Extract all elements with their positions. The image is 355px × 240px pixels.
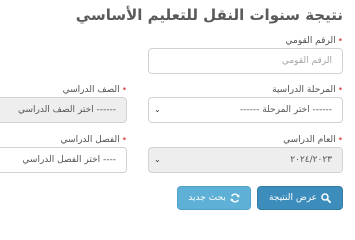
semester-select-value: ---- اختر الفصل الدراسي xyxy=(22,155,116,165)
required-marker: • xyxy=(121,135,127,145)
show-result-button[interactable]: عرض النتيجة xyxy=(257,186,343,210)
grade-select[interactable]: ------ اختر الصف الدراسي xyxy=(0,97,127,123)
stage-select-value: ------ اختر المرحلة ------ xyxy=(239,105,332,115)
national-id-label: •الرقم القومي xyxy=(285,36,343,46)
national-id-input[interactable]: الرقم القومي xyxy=(148,48,343,74)
search-icon xyxy=(321,193,332,203)
stage-select[interactable]: ------ اختر المرحلة ------ ⌄ xyxy=(148,97,343,123)
refresh-icon xyxy=(230,193,240,203)
national-id-placeholder: الرقم القومي xyxy=(281,56,332,66)
required-marker: • xyxy=(337,85,343,95)
grade-label: •الصف الدراسي xyxy=(62,85,127,95)
new-search-label: بحث جديد xyxy=(188,193,226,203)
chevron-down-icon: ⌄ xyxy=(154,155,161,164)
year-select[interactable]: ٢٠٢٤/٢٠٢٣ ⌄ xyxy=(148,147,343,173)
grade-select-value: ------ اختر الصف الدراسي xyxy=(17,105,116,115)
new-search-button[interactable]: بحث جديد xyxy=(177,186,251,210)
stage-label: •المرحلة الدراسية xyxy=(272,85,343,95)
required-marker: • xyxy=(121,85,127,95)
year-label: •العام الدراسي xyxy=(283,135,343,145)
year-select-value: ٢٠٢٤/٢٠٢٣ xyxy=(290,155,332,165)
page-title: نتيجة سنوات النقل للتعليم الأساسي xyxy=(75,6,343,24)
semester-select[interactable]: ---- اختر الفصل الدراسي xyxy=(0,147,127,173)
show-result-label: عرض النتيجة xyxy=(268,193,318,203)
required-marker: • xyxy=(337,135,343,145)
chevron-down-icon: ⌄ xyxy=(154,105,161,114)
semester-label: •الفصل الدراسي xyxy=(60,135,127,145)
required-marker: • xyxy=(337,36,343,46)
